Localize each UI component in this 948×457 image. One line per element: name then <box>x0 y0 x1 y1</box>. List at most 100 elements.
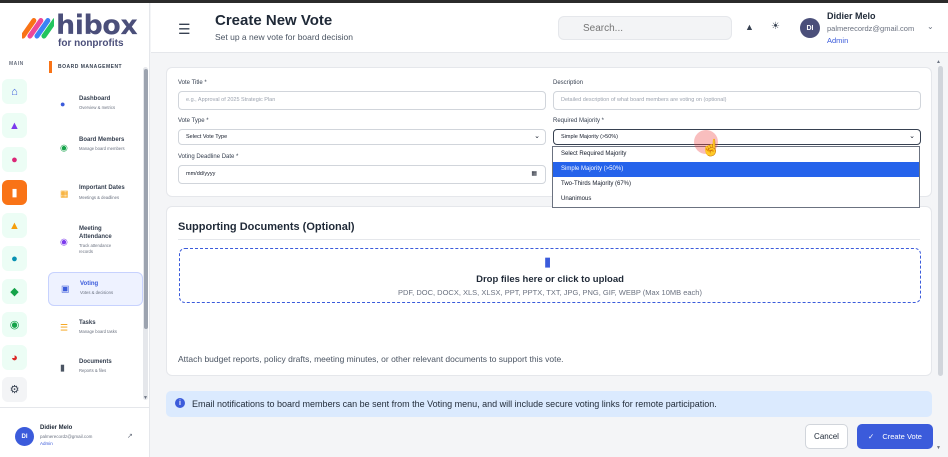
deadline-label: Voting Deadline Date * <box>178 154 239 160</box>
info-banner: i Email notifications to board members c… <box>166 391 932 417</box>
calendar-icon: ▦ <box>60 188 69 199</box>
sidebar-item-sub: Reports & files <box>79 368 107 373</box>
menu-icon[interactable]: ☰ <box>178 21 191 38</box>
sidebar-item-board-members[interactable]: ◉ Board Members Manage board members <box>48 131 143 165</box>
main-scrollbar-thumb[interactable] <box>938 66 943 376</box>
section-title: Supporting Documents (Optional) <box>178 221 355 233</box>
section-heading-board-management: BOARD MANAGEMENT <box>49 61 122 73</box>
chevron-down-icon: ⌄ <box>909 133 915 140</box>
tasks-icon: ☰ <box>60 322 69 333</box>
vote-type-select[interactable]: Select Vote Type ⌄ <box>178 129 546 145</box>
sidebar-item-meeting-attendance[interactable]: ◉ Meeting Attendance Track attendance re… <box>48 223 143 261</box>
info-text: Email notifications to board members can… <box>192 399 717 409</box>
external-link-icon[interactable]: ↗ <box>127 432 133 440</box>
rail-network-button[interactable]: ◆ <box>2 279 27 304</box>
sidebar-item-title: Dashboard <box>79 96 111 102</box>
voting-icon: ▣ <box>61 283 70 294</box>
description-label: Description <box>553 80 584 86</box>
hand-cursor-icon: ☝ <box>701 140 721 157</box>
avatar[interactable]: DI <box>800 18 820 38</box>
sidebar-scroll-down-icon[interactable]: ▼ <box>143 395 148 401</box>
majority-option[interactable]: Select Required Majority <box>553 147 919 162</box>
sidebar-item-sub: Manage board tasks <box>79 329 117 334</box>
sidebar-item-title: Voting <box>80 281 99 287</box>
sidebar-user-role: Admin <box>40 441 53 446</box>
sidebar-item-dashboard[interactable]: ● Dashboard Overview & metrics <box>48 87 143 121</box>
calendar-icon[interactable]: ▦ <box>531 166 537 183</box>
sidebar-item-title: Meeting Attendance <box>79 226 112 240</box>
sidebar-item-sub: Meetings & deadlines <box>79 195 120 200</box>
page-title: Create New Vote <box>215 12 333 29</box>
documents-hint: Attach budget reports, policy drafts, me… <box>178 354 564 364</box>
home-icon: ⌂ <box>11 85 18 98</box>
required-majority-select[interactable]: Simple Majority (>50%) ⌄ <box>553 129 921 145</box>
bell-icon[interactable]: ▲ <box>745 22 754 32</box>
sidebar-item-tasks[interactable]: ☰ Tasks Manage board tasks <box>48 311 143 345</box>
document-icon: ▮ <box>11 187 18 199</box>
search-input[interactable] <box>558 16 732 40</box>
majority-option[interactable]: Unanimous <box>553 192 919 207</box>
brand-tagline: for nonprofits <box>58 38 124 49</box>
sidebar-item-title: Important Dates <box>79 185 125 191</box>
majority-option[interactable]: Simple Majority (>50%) <box>553 162 919 177</box>
sidebar: hibox for nonprofits MAIN ⌂ ▲ ● ▮ ▲ ● ◆ … <box>0 3 150 457</box>
sidebar-user-email: palmerecordz@gmail.com <box>40 434 93 439</box>
header-user-name: Didier Melo <box>827 11 876 21</box>
create-vote-button[interactable]: ✓ Create Vote <box>857 424 933 449</box>
network-icon: ◆ <box>10 286 19 298</box>
deadline-value: mm/dd/yyyy <box>186 171 216 177</box>
top-header: ☰ Create New Vote Set up a new vote for … <box>151 3 948 53</box>
chevron-down-icon[interactable]: ⌄ <box>927 22 934 31</box>
rail-org-button[interactable]: ▲ <box>2 113 27 138</box>
sidebar-item-documents[interactable]: ▮ Documents Reports & files <box>48 351 143 385</box>
sidebar-item-title: Documents <box>79 359 112 365</box>
rail-education-button[interactable]: ▲ <box>2 213 27 238</box>
rail-reports-button[interactable]: ◕ <box>2 345 27 370</box>
org-chart-icon: ▲ <box>9 119 20 132</box>
circle-icon: ● <box>11 252 18 265</box>
brand-logo[interactable]: hibox for nonprofits <box>22 10 138 49</box>
avatar[interactable]: DI <box>15 427 34 446</box>
file-dropzone[interactable]: ▮ Drop files here or click to upload PDF… <box>179 248 921 303</box>
sidebar-item-title: Tasks <box>79 320 96 326</box>
rail-settings-button[interactable]: ⚙ <box>2 377 27 402</box>
required-majority-dropdown: Select Required Majority Simple Majority… <box>552 146 920 208</box>
theme-toggle-icon[interactable]: ☀ <box>771 21 780 32</box>
rail-circle-button[interactable]: ● <box>2 246 27 271</box>
vote-type-value: Select Vote Type <box>186 134 228 140</box>
cap-icon: ▲ <box>9 219 20 232</box>
logo-mark-icon <box>22 18 54 39</box>
dashboard-icon: ● <box>60 99 66 109</box>
sidebar-item-sub: Overview & metrics <box>79 105 116 110</box>
scroll-up-icon[interactable]: ▲ <box>936 59 941 65</box>
rail-palette-button[interactable]: ● <box>2 147 27 172</box>
dropzone-file-types: PDF, DOC, DOCX, XLS, XLSX, PPT, PPTX, TX… <box>398 288 702 297</box>
deadline-date-input[interactable]: mm/dd/yyyy ▦ <box>178 165 546 184</box>
members-icon: ◉ <box>60 142 68 153</box>
sidebar-item-title: Board Members <box>79 137 125 143</box>
vote-title-input[interactable]: e.g., Approval of 2025 Strategic Plan <box>178 91 546 110</box>
rail-board-button[interactable]: ▮ <box>2 180 27 205</box>
rail-section-label: MAIN <box>9 61 24 67</box>
check-icon: ✓ <box>868 432 875 441</box>
palette-icon: ● <box>11 153 18 166</box>
brand-name: hibox <box>56 10 138 41</box>
cancel-button[interactable]: Cancel <box>805 424 848 449</box>
sidebar-scrollbar-thumb[interactable] <box>144 69 148 329</box>
sidebar-user-card: DI Didier Melo palmerecordz@gmail.com Ad… <box>0 407 150 457</box>
rail-people-button[interactable]: ◉ <box>2 312 27 337</box>
gear-icon: ⚙ <box>9 384 20 396</box>
vote-type-label: Vote Type * <box>178 118 209 124</box>
vote-title-label: Vote Title * <box>178 80 207 86</box>
divider <box>178 239 920 240</box>
sidebar-item-voting[interactable]: ▣ Voting Votes & decisions <box>48 272 143 306</box>
sidebar-item-sub: Manage board members <box>79 146 125 151</box>
file-upload-icon: ▮ <box>544 254 552 269</box>
rail-home-button[interactable]: ⌂ <box>2 79 27 104</box>
header-user-role: Admin <box>827 36 849 45</box>
scroll-down-icon[interactable]: ▼ <box>936 445 941 451</box>
sidebar-item-important-dates[interactable]: ▦ Important Dates Meetings & deadlines <box>48 177 143 211</box>
documents-icon: ▮ <box>60 362 65 373</box>
majority-option[interactable]: Two-Thirds Majority (67%) <box>553 177 919 192</box>
description-input[interactable]: Detailed description of what board membe… <box>553 91 921 110</box>
